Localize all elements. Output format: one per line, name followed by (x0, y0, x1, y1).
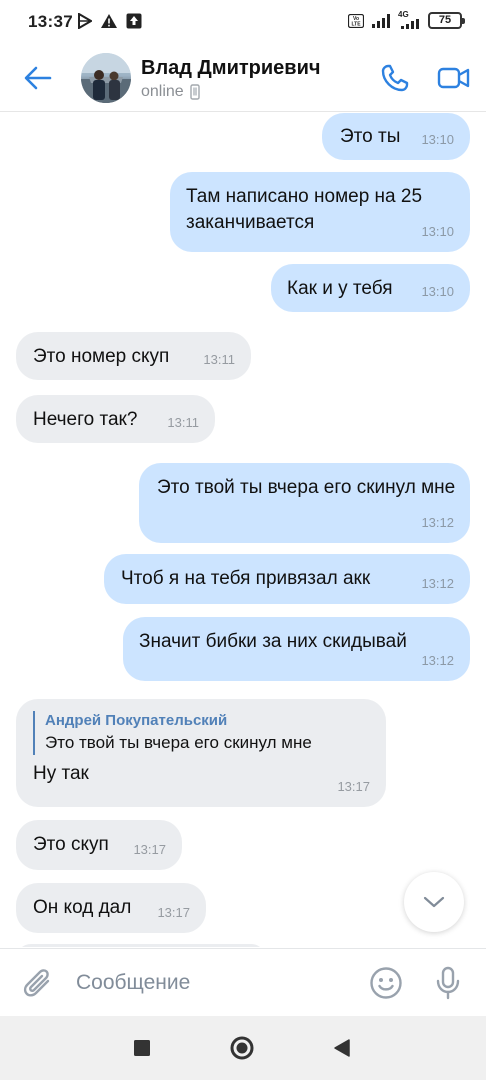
message-time: 13:12 (421, 576, 454, 591)
message-time: 13:12 (421, 515, 454, 530)
video-camera-icon (437, 67, 470, 89)
emoji-button[interactable] (366, 963, 406, 1003)
message-incoming[interactable]: Это скуп 13:17 (16, 820, 182, 870)
signal-icon (372, 13, 390, 28)
home-button[interactable] (226, 1032, 258, 1064)
message-incoming[interactable]: Нечего так? 13:11 (16, 395, 215, 443)
message-text: Чтоб я на тебя привязал акк (121, 568, 371, 589)
message-time: 13:17 (157, 905, 190, 920)
message-time: 13:11 (203, 352, 235, 367)
chevron-down-icon (423, 896, 445, 908)
reply-author: Андрей Покупательский (45, 712, 228, 729)
message-time: 13:10 (421, 132, 454, 147)
back-arrow-icon (24, 66, 52, 90)
message-outgoing[interactable]: Там написано номер на 25 заканчивается 1… (170, 172, 470, 252)
home-icon (230, 1036, 254, 1060)
message-composer (0, 948, 486, 1016)
message-text: Значит бибки за них скидывай (139, 631, 407, 652)
avatar[interactable] (81, 53, 131, 103)
svg-text:LTE: LTE (351, 21, 361, 27)
upload-icon (126, 13, 142, 29)
mobile-icon (190, 84, 200, 100)
reply-quote[interactable]: Андрей Покупательский Это твой ты вчера … (33, 711, 372, 755)
play-icon (78, 13, 92, 29)
paperclip-icon (23, 969, 50, 997)
recents-button[interactable] (126, 1032, 158, 1064)
reply-text: Это твой ты вчера его скинул мне (45, 733, 312, 752)
message-text: Там написано номер на 25 заканчивается (186, 186, 423, 233)
message-time: 13:10 (421, 224, 454, 239)
message-time: 13:11 (167, 415, 199, 430)
message-time: 13:12 (421, 653, 454, 668)
message-text: Ну так (33, 763, 89, 784)
scroll-to-bottom-button[interactable] (404, 872, 464, 932)
message-time: 13:10 (421, 284, 454, 299)
message-text: Это твой ты вчера его скинул мне (157, 477, 456, 498)
message-outgoing[interactable]: Это ты 13:10 (322, 113, 470, 160)
message-incoming-reply[interactable]: Андрей Покупательский Это твой ты вчера … (16, 699, 386, 807)
volte-icon: VoLTE (348, 13, 364, 28)
message-outgoing[interactable]: Значит бибки за них скидывай 13:12 (123, 617, 470, 681)
message-input[interactable] (76, 963, 356, 1003)
message-list[interactable]: Это ты 13:10 Там написано номер на 25 за… (0, 113, 486, 947)
voice-message-button[interactable] (428, 963, 468, 1003)
video-call-button[interactable] (434, 58, 474, 98)
back-icon (334, 1039, 350, 1057)
message-time: 13:17 (133, 842, 166, 857)
message-incoming[interactable]: Это номер скуп 13:11 (16, 332, 251, 380)
contact-status: online (141, 83, 200, 101)
message-incoming[interactable]: Он код дал 13:17 (16, 883, 206, 933)
contact-name[interactable]: Влад Дмитриевич (141, 57, 321, 80)
back-button[interactable] (18, 58, 58, 98)
recents-icon (134, 1040, 150, 1056)
status-text: online (141, 83, 184, 100)
back-nav-button[interactable] (326, 1032, 358, 1064)
microphone-icon (436, 966, 460, 1000)
message-incoming-partial[interactable] (16, 944, 266, 947)
call-button[interactable] (375, 58, 415, 98)
emoji-icon (370, 967, 402, 999)
avatar-photo (81, 53, 131, 103)
network-type: 4G (398, 9, 409, 19)
message-outgoing[interactable]: Это твой ты вчера его скинул мне 13:12 (139, 463, 470, 543)
message-outgoing[interactable]: Как и у тебя 13:10 (271, 264, 470, 312)
message-outgoing[interactable]: Чтоб я на тебя привязал акк 13:12 (104, 554, 470, 604)
battery-indicator: 75 (428, 12, 465, 29)
warning-icon (101, 14, 117, 28)
phone-icon (381, 64, 409, 92)
status-bar: 13:37 Vo LTE 4G 75 (0, 0, 486, 44)
status-time: 13:37 (28, 12, 73, 31)
system-nav-bar (0, 1016, 486, 1080)
signal-icon-2 (401, 18, 419, 29)
attach-button[interactable] (18, 963, 58, 1003)
message-time: 13:17 (337, 779, 370, 794)
chat-header: Влад Дмитриевич online (0, 44, 486, 112)
